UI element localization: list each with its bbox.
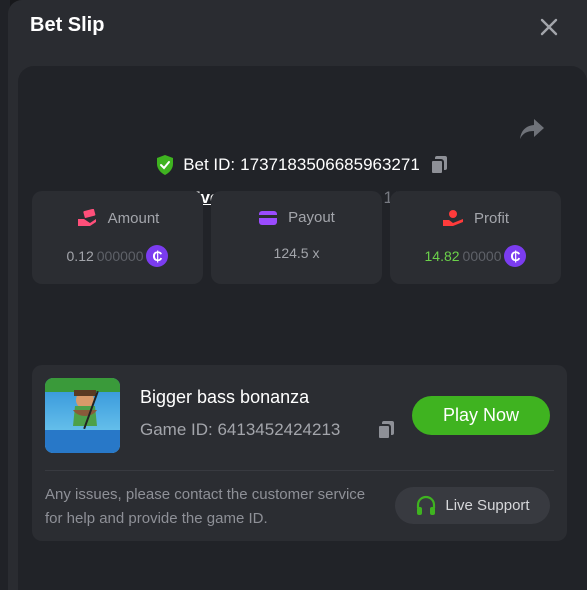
play-now-button[interactable]: Play Now — [412, 396, 550, 435]
live-support-label: Live Support — [445, 497, 530, 514]
game-thumbnail[interactable] — [45, 378, 120, 453]
coin-icon: ₵ — [504, 245, 527, 267]
headset-icon — [417, 495, 436, 515]
game-id: Game ID: 6413452424213 — [140, 420, 341, 439]
money-hand-icon — [77, 209, 96, 226]
close-button[interactable] — [536, 14, 562, 40]
copy-icon — [429, 156, 447, 175]
bet-id-value: 1737183506685963271 — [240, 155, 420, 174]
amount-value-dim: 000000 — [96, 248, 144, 264]
profit-value-main: 14.82 — [424, 248, 460, 264]
payout-value: 124.5 x — [273, 245, 320, 261]
close-icon — [540, 18, 558, 36]
copy-bet-id-button[interactable] — [428, 154, 450, 176]
amount-label: Amount — [107, 209, 160, 227]
support-text: Any issues, please contact the customer … — [45, 486, 366, 527]
game-card: Bigger bass bonanza Game ID: 64134524242… — [32, 365, 567, 541]
profit-stat-card: Profit 14.82 00000 ₵ — [390, 191, 561, 284]
share-button[interactable] — [518, 117, 546, 141]
bet-id-label: Bet ID: — [183, 155, 236, 174]
bet-slip-modal: Bet Slip Bet ID: 1737183506685963271 Amo… — [8, 0, 587, 590]
profit-value-dim: 00000 — [462, 248, 502, 264]
live-support-button[interactable]: Live Support — [395, 487, 550, 524]
card-icon — [259, 210, 278, 225]
payout-stat-card: Payout 124.5 x — [211, 191, 382, 284]
copy-icon — [377, 421, 394, 440]
copy-game-id-button[interactable] — [375, 419, 397, 441]
profit-label: Profit — [473, 209, 509, 227]
amount-value-main: 0.12 — [66, 248, 94, 264]
coin-icon: ₵ — [146, 245, 169, 267]
game-thumbnail-art — [45, 378, 120, 453]
payout-label: Payout — [288, 209, 335, 226]
profit-hand-icon — [442, 210, 463, 226]
share-icon — [520, 119, 544, 139]
game-name: Bigger bass bonanza — [140, 387, 310, 407]
modal-title: Bet Slip — [30, 14, 105, 36]
divider — [45, 470, 554, 471]
shield-check-icon — [157, 155, 174, 175]
amount-stat-card: Amount 0.12 000000 ₵ — [32, 191, 203, 284]
bet-id-row: Bet ID: 1737183506685963271 — [18, 154, 587, 176]
